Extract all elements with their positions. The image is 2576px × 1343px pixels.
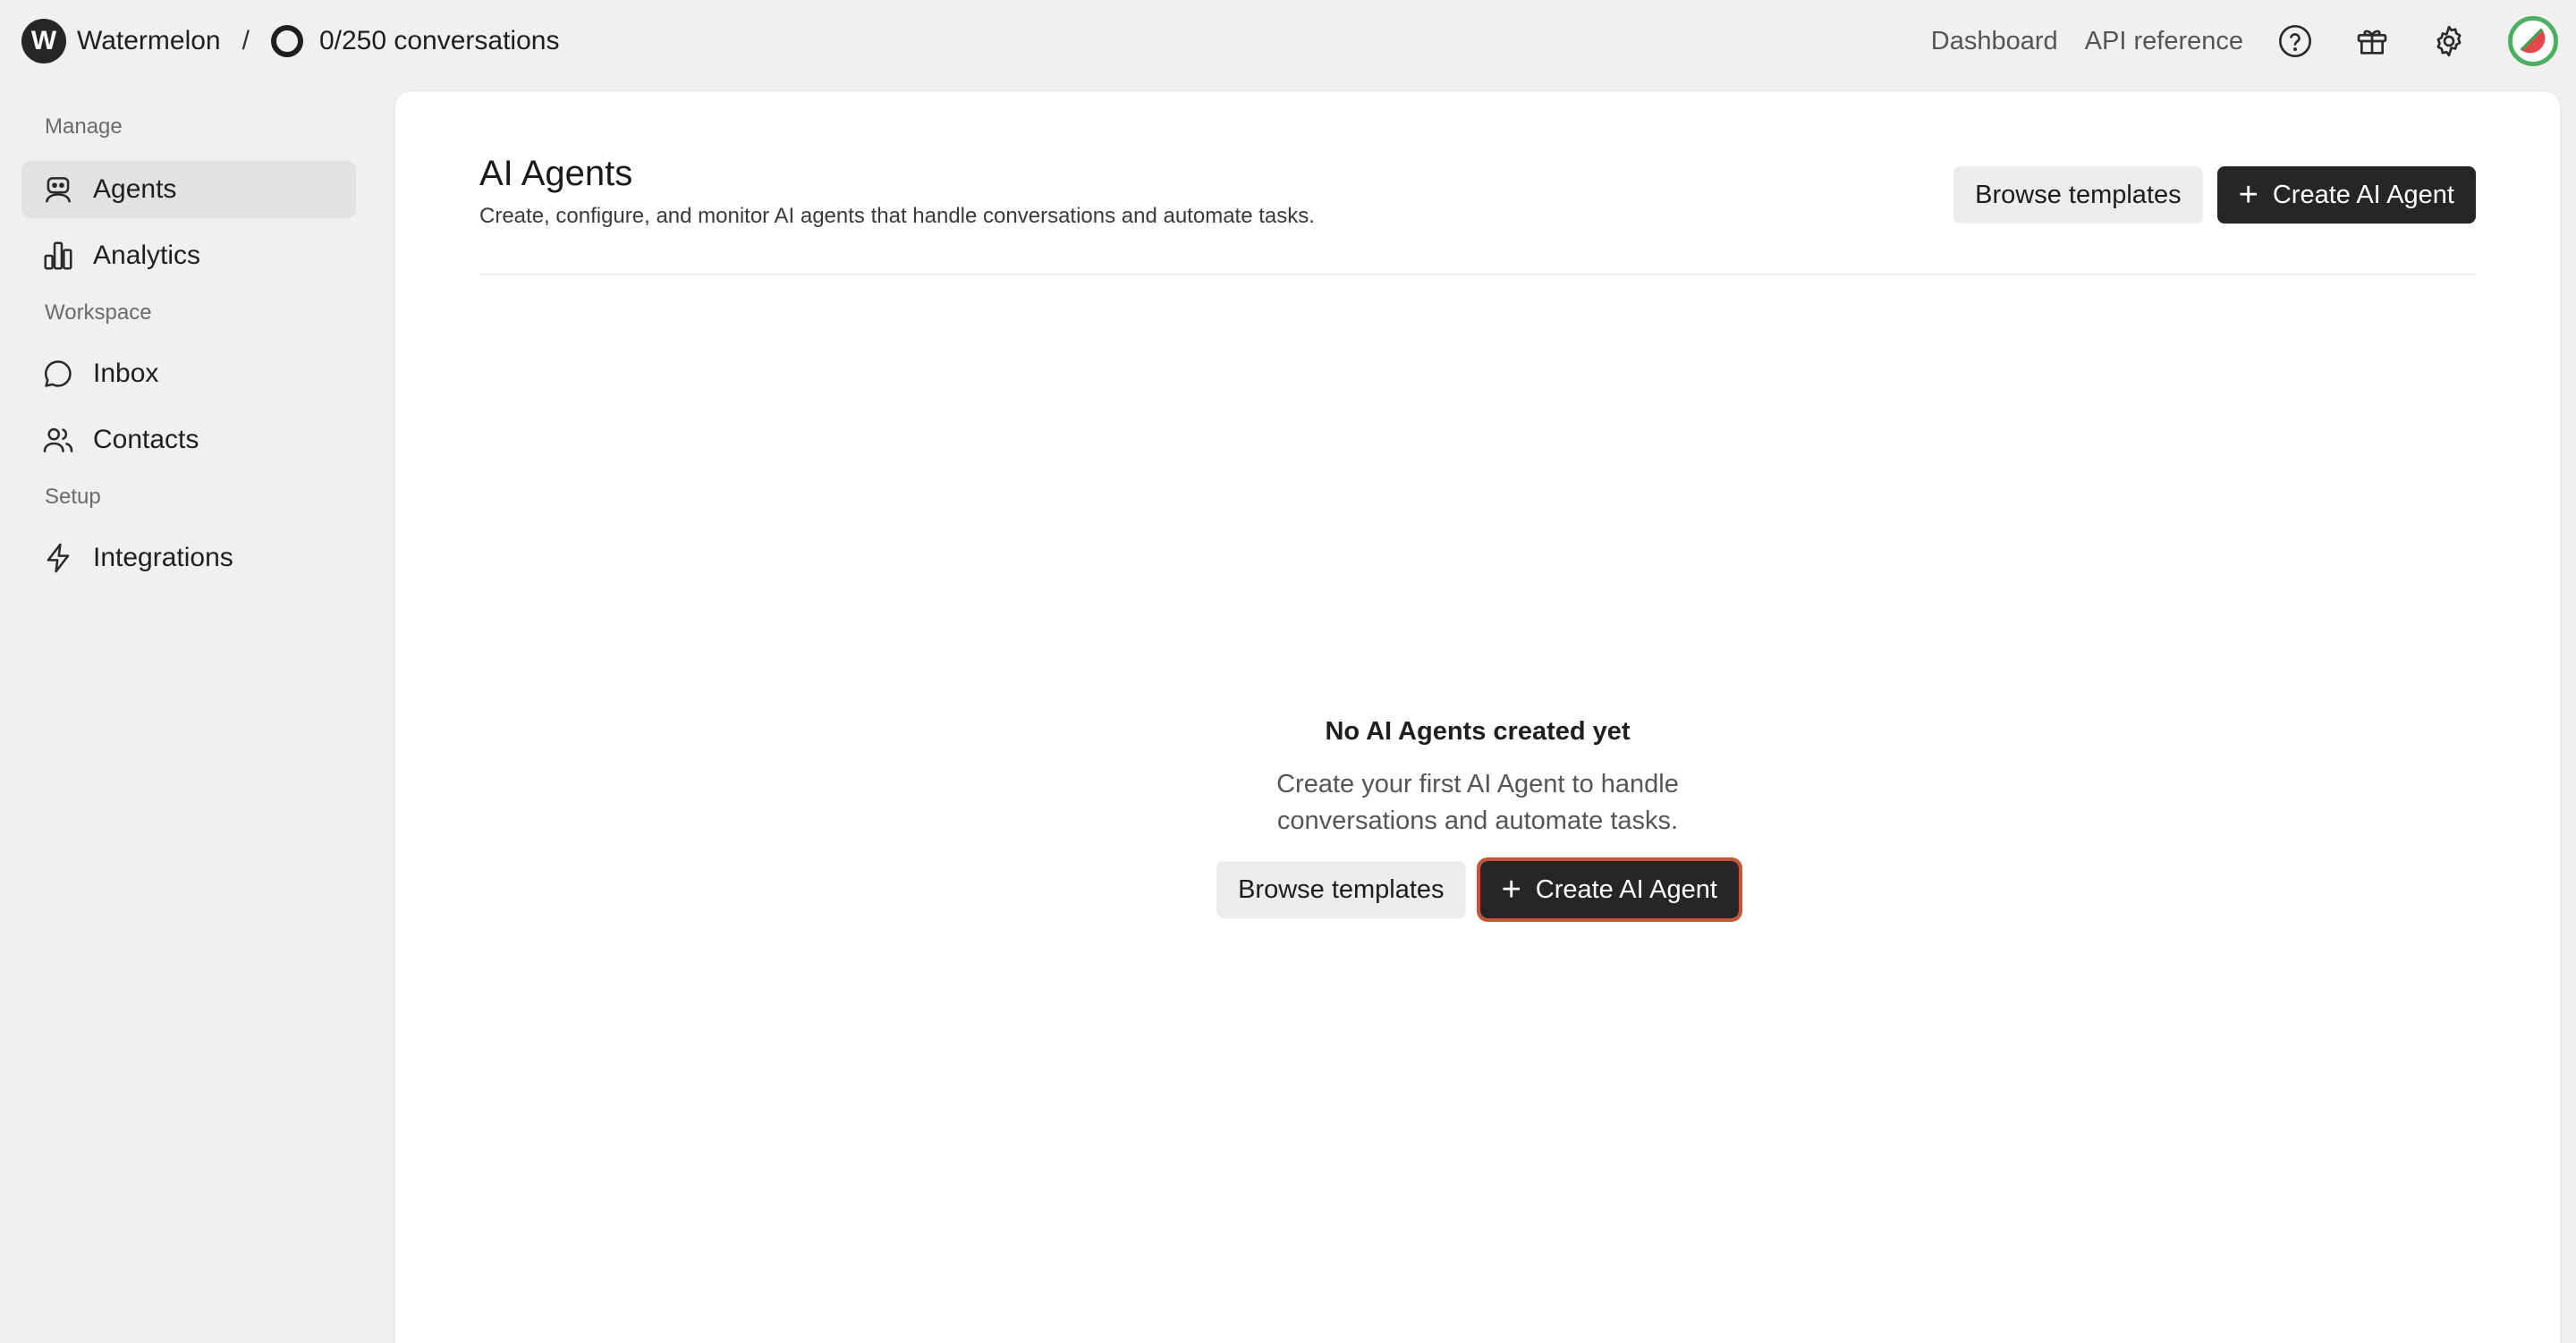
empty-desc-line-1: Create your first AI Agent to handle — [1276, 770, 1679, 798]
gear-icon[interactable] — [2431, 23, 2467, 59]
empty-browse-templates-button[interactable]: Browse templates — [1216, 861, 1466, 918]
sidebar-item-label: Contacts — [93, 425, 199, 454]
create-ai-agent-button[interactable]: + Create AI Agent — [2216, 166, 2476, 224]
workspace-name[interactable]: Watermelon — [77, 26, 221, 56]
users-icon — [43, 427, 73, 452]
sidebar-item-contacts[interactable]: Contacts — [21, 411, 356, 469]
sidebar-item-agents[interactable]: Agents — [21, 161, 356, 218]
sidebar-item-integrations[interactable]: Integrations — [21, 529, 356, 587]
main-panel: AI Agents Create, configure, and monitor… — [395, 91, 2560, 1343]
sidebar-item-label: Analytics — [93, 241, 201, 270]
empty-state: No AI Agents created yet Create your fir… — [395, 717, 2560, 922]
plus-icon: + — [2238, 176, 2258, 214]
button-label: Browse templates — [1238, 874, 1445, 904]
header-divider — [479, 274, 2476, 275]
page-title: AI Agents — [479, 154, 633, 193]
lightning-icon — [47, 543, 70, 573]
sidebar-item-label: Inbox — [93, 359, 159, 388]
sidebar-item-analytics[interactable]: Analytics — [21, 227, 356, 284]
watermelon-logo[interactable]: W — [21, 19, 66, 63]
sidebar-item-inbox[interactable]: Inbox — [21, 345, 356, 402]
plus-icon: + — [1501, 871, 1521, 908]
empty-create-ai-agent-button[interactable]: + Create AI Agent — [1476, 857, 1742, 922]
sidebar-section-workspace: Workspace — [45, 300, 152, 325]
top-bar: W Watermelon / 0/250 conversations Dashb… — [0, 0, 2576, 82]
sidebar-item-label: Agents — [93, 174, 177, 204]
button-label: Create AI Agent — [2272, 180, 2454, 209]
empty-desc-line-2: conversations and automate tasks. — [1276, 807, 1679, 835]
button-label: Create AI Agent — [1535, 874, 1717, 904]
sidebar-section-manage: Manage — [45, 114, 123, 139]
top-right-actions: Dashboard API reference — [1931, 0, 2558, 82]
empty-state-actions: Browse templates + Create AI Agent — [395, 857, 2560, 922]
help-circle-icon[interactable] — [2277, 23, 2313, 59]
empty-state-title: No AI Agents created yet — [1325, 717, 1631, 746]
sidebar-item-label: Integrations — [93, 543, 233, 572]
bar-chart-icon — [44, 241, 72, 270]
header-actions: Browse templates + Create AI Agent — [1953, 166, 2476, 224]
dashboard-link[interactable]: Dashboard — [1931, 27, 2058, 56]
gift-icon[interactable] — [2354, 23, 2390, 59]
api-reference-link[interactable]: API reference — [2085, 27, 2243, 56]
button-label: Browse templates — [1975, 180, 2182, 209]
bot-icon — [46, 177, 71, 203]
browse-templates-button[interactable]: Browse templates — [1953, 166, 2203, 224]
sidebar: Manage Agents Analytics Workspace Inbox — [21, 107, 356, 595]
empty-state-description: Create your first AI Agent to handle con… — [395, 766, 2560, 840]
sidebar-section-setup: Setup — [45, 485, 101, 509]
avatar[interactable] — [2508, 16, 2558, 66]
usage-ring-icon — [270, 25, 303, 57]
conversation-usage[interactable]: 0/250 conversations — [319, 26, 560, 56]
breadcrumb-separator: / — [242, 26, 250, 55]
chat-bubble-icon — [45, 360, 72, 387]
page-subtitle: Create, configure, and monitor AI agents… — [479, 204, 1315, 228]
